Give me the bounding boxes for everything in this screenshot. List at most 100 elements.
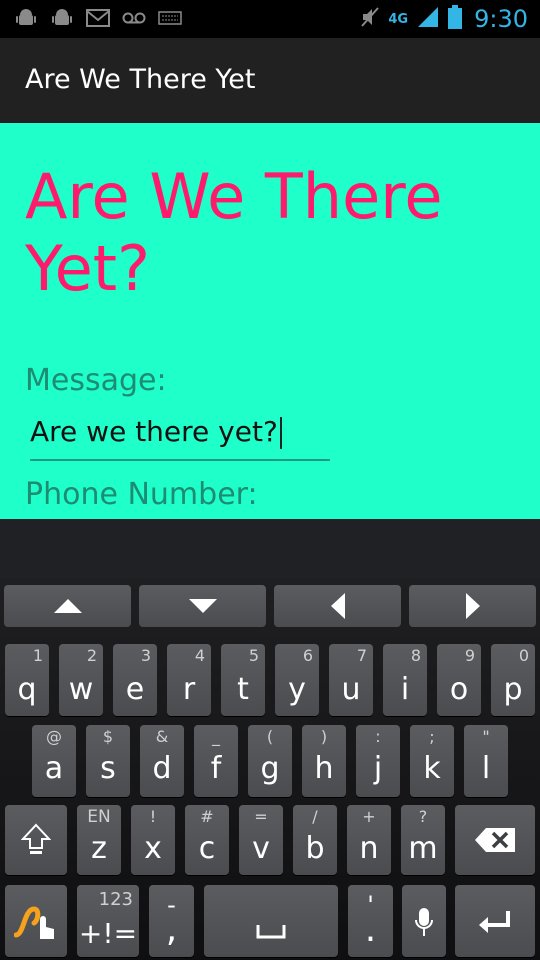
key-hint: 4 [194,646,205,665]
key-a[interactable]: @ a [32,725,76,797]
key-hint: ) [320,727,328,746]
key-hint: 9 [464,646,475,665]
symbols-label: +!= [78,917,138,950]
key-label: u [341,672,361,707]
message-input[interactable]: Are we there yet? [30,411,330,461]
key-l[interactable]: " l [464,725,508,797]
key-o[interactable]: 9o [437,644,481,716]
key-e[interactable]: 3e [113,644,157,716]
cursor-up-key[interactable] [4,585,131,627]
key-label: w [68,672,94,707]
clock: 9:30 [474,5,528,33]
key-label: p [503,672,523,707]
network-type: 4G [388,11,409,27]
key-hint: 6 [302,646,313,665]
key-label: c [198,831,216,866]
key-label: d [152,751,172,786]
key-hint: & [155,727,169,746]
key-hint: ? [418,807,428,826]
key-g[interactable]: (g [248,725,292,797]
key-hint: 2 [86,646,97,665]
swype-key[interactable] [5,885,67,957]
key-b[interactable]: / b [293,805,337,875]
key-q[interactable]: 1q [5,644,49,716]
battery-icon [448,5,463,33]
phone-number-label: Phone Number: [25,477,258,512]
message-text: Are we there yet? [30,415,278,448]
microphone-icon [415,908,433,936]
key-label: o [449,672,469,707]
notification-icons [14,7,182,29]
key-label: q [17,672,37,707]
key-hint: 7 [356,646,367,665]
key-label: t [237,672,249,707]
key-hint: _ [212,727,220,746]
key-i[interactable]: 8i [383,644,427,716]
space-key[interactable] [204,885,338,957]
key-label: g [260,751,280,786]
key-j[interactable]: :j [356,725,400,797]
key-t[interactable]: 5t [221,644,265,716]
swype-icon [14,906,54,939]
key-d[interactable]: & d [140,725,184,797]
key-label: x [144,831,162,866]
key-y[interactable]: 6y [275,644,319,716]
key-hint: : [375,727,381,746]
key-hint: ; [429,727,435,746]
symbols-key[interactable]: 123 +!= [77,885,139,957]
key-k[interactable]: ; k [410,725,454,797]
key-c[interactable]: # c [185,805,229,875]
symbols-hint: 123 [98,889,133,910]
key-f[interactable]: _ f [194,725,238,797]
comma-label: , [165,909,178,950]
key-hint: # [200,807,214,826]
arrow-down-icon [188,599,217,613]
key-hint: $ [102,727,114,746]
key-u[interactable]: 7u [329,644,373,716]
key-hint: 0 [518,646,529,665]
android-debug-icon [14,7,38,29]
key-x[interactable]: ! x [131,805,175,875]
main-content[interactable]: Are We There Yet? Message: Are we there … [0,123,540,519]
arrow-right-icon [465,593,480,619]
key-label: s [100,751,116,786]
key-label: l [481,751,491,786]
key-label: j [373,751,383,786]
cursor-right-key[interactable] [409,585,536,627]
key-v[interactable]: = v [239,805,283,875]
space-icon [256,925,286,939]
mute-icon [360,6,380,32]
key-label: i [400,672,410,707]
cursor-left-key[interactable] [274,585,401,627]
key-z[interactable]: EN z [77,805,121,875]
key-hint: @ [46,727,62,746]
key-w[interactable]: 2w [59,644,103,716]
enter-key[interactable] [455,885,535,957]
app-title: Are We There Yet [25,64,256,95]
window-gap [0,519,540,579]
key-m[interactable]: ? m [401,805,445,875]
key-hint: = [254,807,268,826]
backspace-key[interactable] [455,805,535,875]
key-h[interactable]: ) h [302,725,346,797]
key-label: n [359,831,379,866]
text-cursor [279,417,282,449]
keyboard-icon [158,7,182,29]
shift-key[interactable] [5,805,67,875]
cursor-down-key[interactable] [139,585,266,627]
key-hint: EN [87,807,111,827]
key-s[interactable]: $ s [86,725,130,797]
key-r[interactable]: 4r [167,644,211,716]
key-label: v [252,831,270,866]
key-hint: ! [149,807,157,826]
comma-key[interactable]: - , [149,885,194,957]
period-key[interactable]: ' . [348,885,393,957]
soft-keyboard[interactable]: 1q2w3e4r5t6y7u8i9o0p @ a $ s & d _ f(g) h: j; k " l … [0,579,540,960]
key-n[interactable]: + n [347,805,391,875]
arrow-left-icon [330,593,345,619]
arrow-up-icon [53,599,82,613]
shift-icon [21,823,51,854]
voice-input-key[interactable] [402,885,446,957]
key-p[interactable]: 0p [491,644,535,716]
key-hint: 5 [248,646,259,665]
